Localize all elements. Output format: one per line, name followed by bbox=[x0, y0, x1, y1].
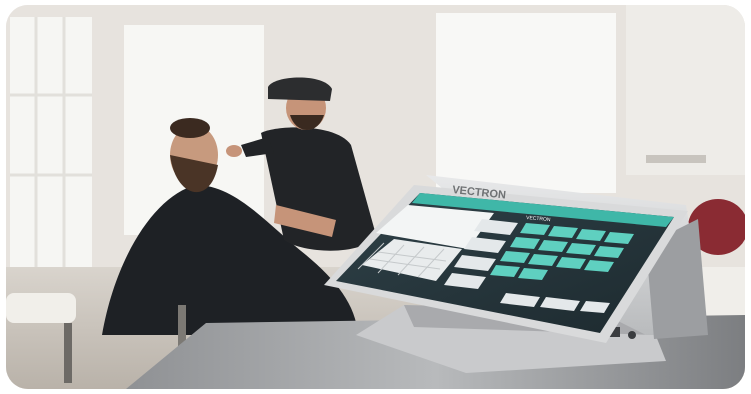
wall-right bbox=[626, 5, 745, 175]
barbershop-scene: VECTRON VECTRON bbox=[6, 5, 745, 389]
photo-frame: VECTRON VECTRON bbox=[6, 5, 745, 389]
power-button-icon bbox=[628, 331, 636, 339]
window-right bbox=[436, 13, 616, 193]
window-left bbox=[10, 17, 92, 267]
